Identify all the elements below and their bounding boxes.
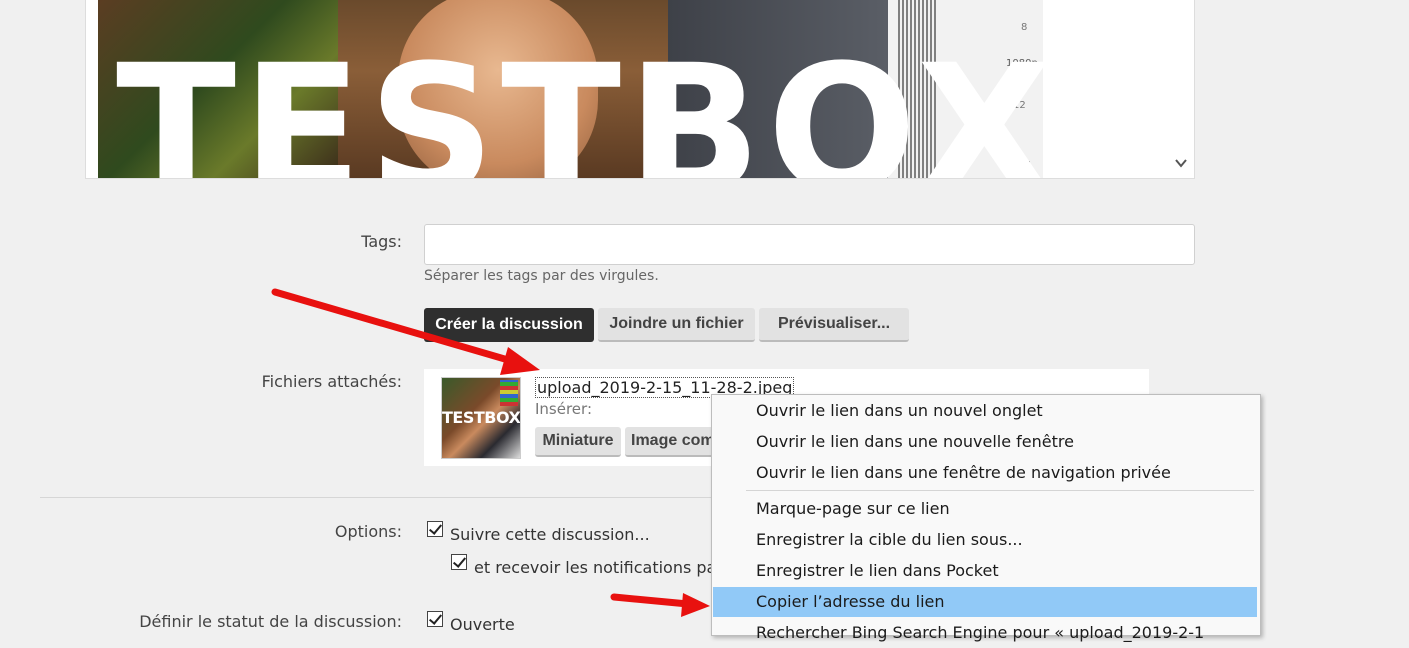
arrow-icon — [610, 593, 710, 617]
attachment-thumbnail[interactable]: TESTBOX — [441, 377, 521, 459]
follow-label: Suivre cette discussion... — [450, 525, 650, 544]
menu-item-save-link-as[interactable]: Enregistrer la cible du lien sous... — [713, 525, 1257, 555]
tags-label: Tags: — [361, 232, 402, 251]
status-open-label: Ouverte — [450, 615, 515, 634]
notify-label: et recevoir les notifications par — [474, 558, 723, 577]
notify-checkbox[interactable] — [451, 554, 467, 570]
tags-input[interactable] — [424, 224, 1195, 265]
menu-item-open-private-window[interactable]: Ouvrir le lien dans une fenêtre de navig… — [713, 458, 1257, 488]
menu-separator — [746, 490, 1254, 491]
insert-label: Insérer: — [535, 400, 592, 418]
insert-full-image-button[interactable]: Image com — [625, 427, 725, 457]
follow-checkbox[interactable] — [427, 521, 443, 537]
menu-item-open-new-tab[interactable]: Ouvrir le lien dans un nouvel onglet — [713, 396, 1257, 426]
status-open-checkbox[interactable] — [427, 611, 443, 627]
editor-preview-image: 1080p 2K 8 12 1 TESTBOX — [98, 0, 1043, 178]
preview-overlay-text: TESTBOX — [116, 27, 1043, 179]
preview-button[interactable]: Prévisualiser... — [759, 308, 909, 342]
create-discussion-button[interactable]: Créer la discussion — [424, 308, 594, 342]
link-context-menu: Ouvrir le lien dans un nouvel onglet Ouv… — [711, 394, 1261, 642]
status-label: Définir le statut de la discussion: — [139, 612, 402, 631]
menu-item-open-new-window[interactable]: Ouvrir le lien dans une nouvelle fenêtre — [713, 427, 1257, 457]
menu-item-search-bing[interactable]: Rechercher Bing Search Engine pour « upl… — [713, 618, 1257, 648]
attach-file-button[interactable]: Joindre un fichier — [598, 308, 755, 342]
menu-item-copy-link[interactable]: Copier l’adresse du lien — [713, 587, 1257, 617]
options-label: Options: — [334, 522, 402, 541]
tags-hint: Séparer les tags par des virgules. — [424, 268, 659, 284]
attachments-label: Fichiers attachés: — [261, 372, 402, 391]
insert-thumbnail-button[interactable]: Miniature — [535, 427, 621, 457]
chevron-down-icon[interactable] — [1174, 156, 1190, 172]
menu-item-save-to-pocket[interactable]: Enregistrer le lien dans Pocket — [713, 556, 1257, 586]
menu-item-bookmark-link[interactable]: Marque-page sur ce lien — [713, 494, 1257, 524]
thumbnail-text: TESTBOX — [442, 408, 521, 427]
